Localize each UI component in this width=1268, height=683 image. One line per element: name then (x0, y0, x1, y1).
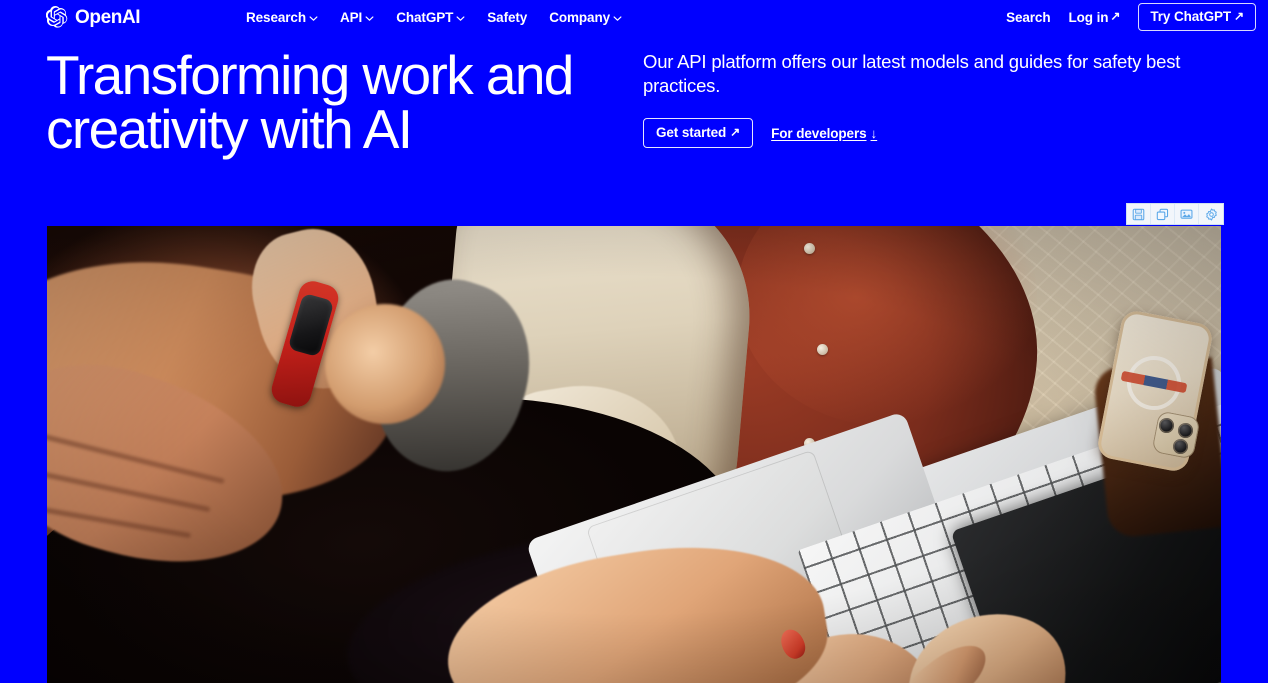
login-link[interactable]: Log in ↗ (1069, 10, 1121, 25)
nav-item-api[interactable]: API (340, 10, 374, 25)
openai-logo-icon (45, 6, 68, 28)
nav-item-safety[interactable]: Safety (487, 10, 527, 25)
hero-photo-composition (47, 226, 1221, 683)
nav-actions: Search Log in ↗ Try ChatGPT ↗ (1006, 3, 1256, 31)
hero-copy-block: Our API platform offers our latest model… (643, 50, 1223, 148)
get-started-button[interactable]: Get started ↗ (643, 118, 754, 148)
nav-item-company[interactable]: Company (549, 10, 622, 25)
chevron-down-icon (309, 14, 318, 23)
get-started-label: Get started (656, 125, 727, 140)
settings-gear-icon[interactable] (1199, 204, 1223, 224)
for-developers-label: For developers (771, 125, 867, 141)
nav-item-chatgpt-label: ChatGPT (396, 9, 454, 25)
page-root: OpenAI Research API ChatGPT Safety Compa… (0, 0, 1268, 683)
arrow-down-icon: ↓ (870, 125, 878, 141)
primary-nav-links: Research API ChatGPT Safety Company (246, 10, 622, 25)
nav-item-research-label: Research (246, 9, 306, 25)
image-toolbar (1126, 203, 1224, 225)
try-chatgpt-button[interactable]: Try ChatGPT ↗ (1138, 3, 1256, 31)
hero-subtitle: Our API platform offers our latest model… (643, 51, 1181, 96)
nav-item-company-label: Company (549, 9, 611, 25)
chevron-down-icon (365, 14, 374, 23)
page-title: Transforming work and creativity with AI (46, 44, 574, 160)
photo-cardigan-button (804, 243, 815, 254)
arrow-up-right-icon: ↗ (730, 124, 741, 139)
brand-home-link[interactable]: OpenAI (45, 6, 141, 28)
nav-item-chatgpt[interactable]: ChatGPT (396, 10, 465, 25)
hero-cta-group: Get started ↗ For developers ↓ (643, 118, 1223, 148)
chevron-down-icon (613, 14, 622, 23)
search-label: Search (1006, 9, 1051, 25)
top-navigation-bar: OpenAI Research API ChatGPT Safety Compa… (0, 0, 1268, 34)
arrow-up-right-icon: ↗ (1110, 9, 1121, 23)
photo-cardigan-button (817, 344, 828, 355)
search-button[interactable]: Search (1006, 9, 1051, 25)
nav-item-safety-label: Safety (487, 9, 528, 25)
try-chatgpt-label: Try ChatGPT (1150, 9, 1232, 24)
brand-name: OpenAI (75, 6, 141, 28)
photo-forearm (325, 304, 445, 424)
login-label: Log in (1068, 9, 1109, 25)
hero-section: Transforming work and creativity with AI… (0, 44, 1268, 204)
save-icon[interactable] (1127, 204, 1151, 224)
nav-item-research[interactable]: Research (246, 10, 318, 25)
for-developers-link[interactable]: For developers ↓ (771, 126, 877, 141)
copy-icon[interactable] (1151, 204, 1175, 224)
arrow-up-right-icon: ↗ (1234, 8, 1244, 23)
hero-image (47, 226, 1221, 683)
image-icon[interactable] (1175, 204, 1199, 224)
nav-item-api-label: API (340, 9, 363, 25)
chevron-down-icon (456, 14, 465, 23)
